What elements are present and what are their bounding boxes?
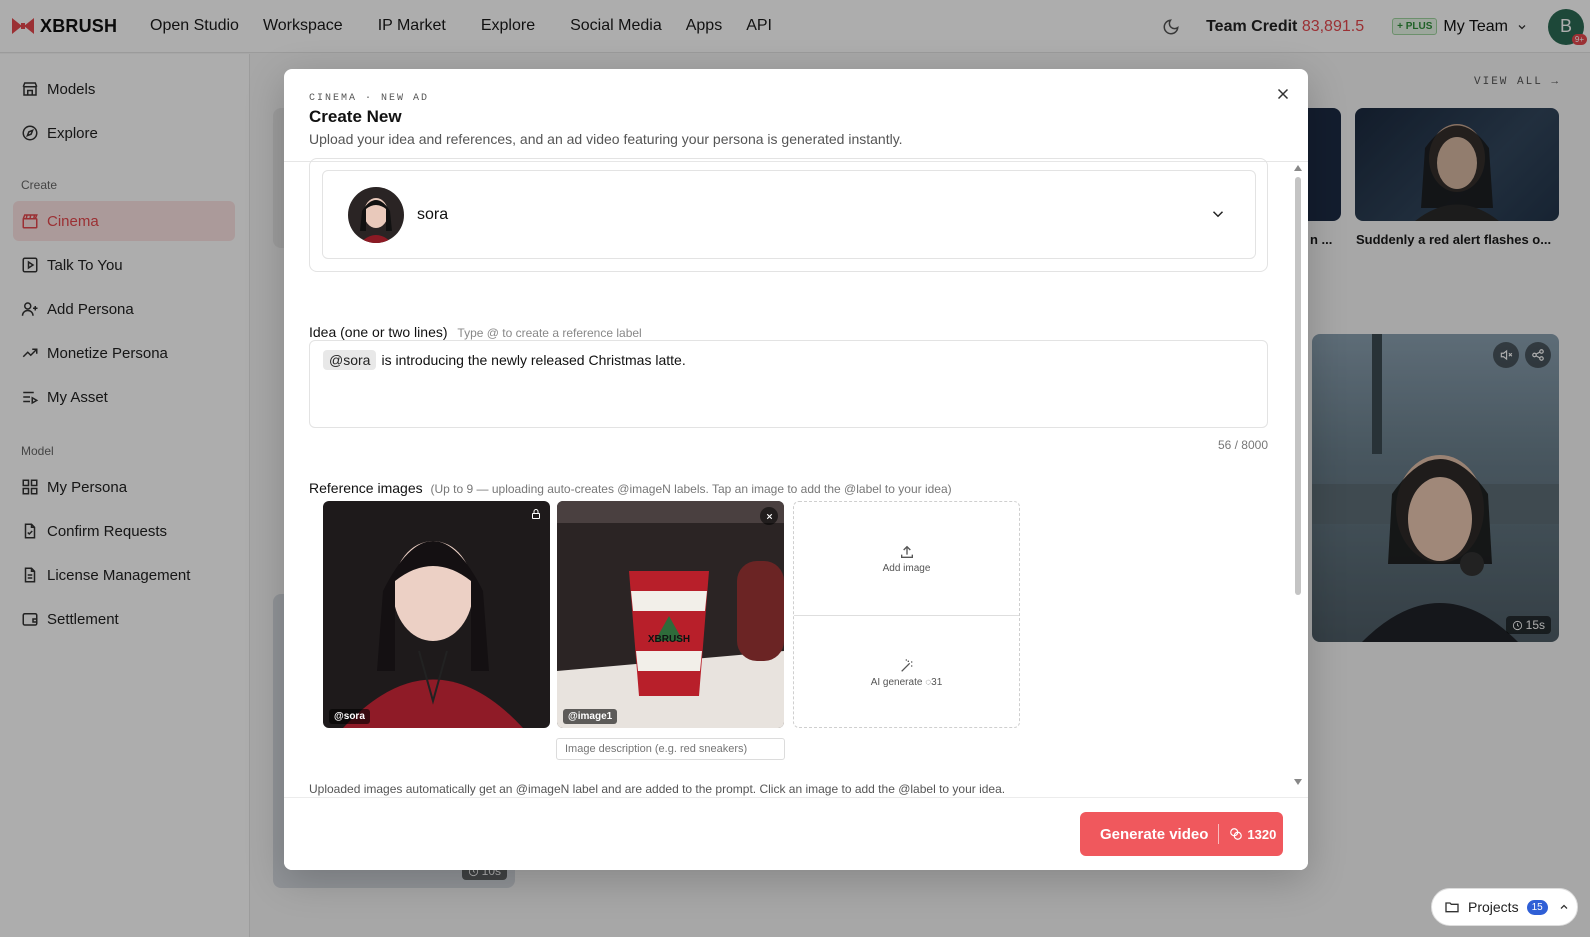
idea-text: is introducing the newly released Christ… [381, 352, 686, 368]
ai-generate-button[interactable]: AI generate ◌31 [794, 616, 1019, 729]
add-reference-box: Add image AI generate ◌31 [793, 501, 1020, 728]
persona-photo-icon [323, 501, 550, 728]
folder-icon [1445, 902, 1459, 913]
projects-label: Projects [1468, 899, 1519, 915]
lock-icon [530, 507, 542, 525]
modal-title: Create New [309, 107, 402, 126]
reference-image-tag: @sora [329, 709, 370, 724]
ai-generate-text: AI generate ◌31 [871, 677, 943, 688]
modal-footer: Generate video 1320 [284, 797, 1308, 870]
credit-coins-icon [1230, 828, 1243, 840]
reference-images-hint: (Up to 9 — uploading auto-creates @image… [430, 482, 952, 496]
modal-subtitle: Upload your idea and references, and an … [309, 131, 903, 147]
close-icon[interactable] [1274, 85, 1292, 103]
idea-textarea[interactable]: @sora is introducing the newly released … [309, 340, 1268, 428]
chevron-down-icon[interactable] [1209, 205, 1227, 228]
create-new-modal: CINEMA · NEW AD Create New Upload your i… [284, 69, 1308, 870]
remove-image-icon[interactable] [760, 507, 778, 525]
scroll-down-icon[interactable] [1294, 779, 1302, 785]
reference-image-tag: @image1 [563, 709, 618, 724]
idea-hint: Type @ to create a reference label [457, 326, 642, 340]
generate-video-button[interactable]: Generate video 1320 [1080, 812, 1283, 856]
upload-icon [900, 545, 913, 558]
image-description-input[interactable] [556, 738, 785, 760]
chevron-up-icon [1560, 904, 1568, 909]
reference-images-title: Reference images [309, 480, 423, 496]
add-image-label: Add image [882, 562, 931, 574]
reference-tag-sora[interactable]: @sora [323, 350, 377, 370]
idea-char-counter: 56 / 8000 [1217, 438, 1268, 452]
projects-button[interactable]: Projects 15 [1431, 888, 1578, 926]
reference-images-footnote: Uploaded images automatically get an @im… [309, 782, 1006, 796]
projects-count: 15 [1526, 899, 1548, 915]
generate-cost: 1320 [1229, 827, 1276, 842]
persona-avatar [348, 186, 404, 243]
svg-text:XBRUSH: XBRUSH [648, 634, 690, 645]
modal-scrollbar[interactable] [1294, 165, 1302, 785]
scrollbar-thumb[interactable] [1295, 177, 1301, 595]
modal-kicker: CINEMA · NEW AD [309, 93, 430, 104]
ai-generate-label: AI generate [870, 676, 923, 688]
reference-image-sora[interactable]: @sora [323, 501, 550, 728]
persona-select[interactable]: sora [322, 170, 1256, 259]
ai-generate-cost: 31 [931, 676, 943, 688]
reference-image-1[interactable]: XBRUSH @image1 [557, 501, 784, 728]
idea-label-text: Idea (one or two lines) [309, 324, 448, 340]
persona-name: sora [417, 205, 449, 223]
idea-label: Idea (one or two lines) Type @ to create… [309, 324, 642, 340]
magic-wand-icon [900, 658, 912, 672]
generate-cost-value: 1320 [1247, 826, 1277, 842]
generate-video-label: Generate video [1100, 825, 1209, 843]
scroll-up-icon[interactable] [1294, 165, 1302, 171]
coffee-cup-photo-icon: XBRUSH [557, 501, 784, 728]
button-separator [1218, 824, 1220, 844]
reference-images-label: Reference images (Up to 9 — uploading au… [309, 480, 952, 496]
add-image-button[interactable]: Add image [794, 502, 1019, 615]
